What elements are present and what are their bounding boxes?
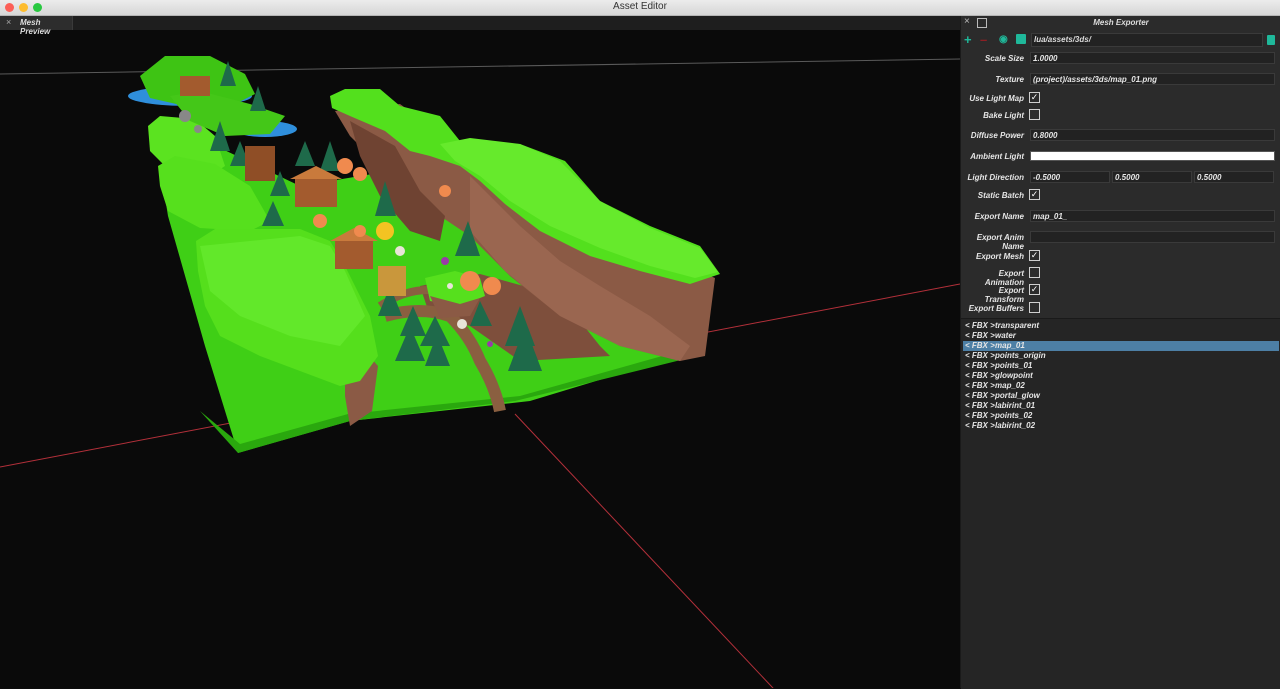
light-direction-z-field[interactable]: 0.5000: [1194, 171, 1274, 183]
fbx-tag: < FBX >: [965, 401, 995, 410]
list-item[interactable]: < FBX > transparent: [963, 321, 1279, 331]
window-title: Asset Editor: [613, 1, 667, 12]
list-item-name: glowpoint: [995, 371, 1033, 380]
export-animation-checkbox[interactable]: [1029, 267, 1040, 278]
panel-title: Mesh Exporter: [1093, 18, 1149, 27]
list-item-name: map_01: [995, 341, 1025, 350]
add-icon[interactable]: +: [964, 33, 972, 46]
row-light-direction: Light Direction -0.5000 0.5000 0.5000: [961, 170, 1280, 186]
row-export-name: Export Name map_01_: [961, 209, 1280, 225]
mesh-list: < FBX > transparent < FBX > water < FBX > m…: [961, 318, 1280, 689]
fbx-tag: < FBX >: [965, 371, 995, 380]
row-export-anim-name: Export Anim Name: [961, 230, 1280, 251]
haystack: [376, 222, 394, 240]
list-item[interactable]: < FBX > points_02: [963, 411, 1279, 421]
panel-header: × Mesh Exporter: [961, 16, 1280, 30]
ambient-light-label: Ambient Light: [970, 152, 1024, 161]
bake-light-label: Bake Light: [983, 111, 1024, 120]
row-bake-light: Bake Light: [961, 108, 1280, 124]
row-static-batch: Static Batch ✓: [961, 188, 1280, 204]
fbx-tag: < FBX >: [965, 351, 995, 360]
list-item[interactable]: < FBX > portal_glow: [963, 391, 1279, 401]
texture-field[interactable]: (project)/assets/3ds/map_01.png: [1030, 73, 1275, 85]
export-buffers-label: Export Buffers: [968, 304, 1024, 313]
eye-icon[interactable]: ◉: [999, 33, 1008, 46]
light-direction-y-field[interactable]: 0.5000: [1112, 171, 1192, 183]
diffuse-power-field[interactable]: 0.8000: [1030, 129, 1275, 141]
list-item-name: labirint_02: [995, 421, 1036, 430]
scale-size-field[interactable]: 1.0000: [1030, 52, 1275, 64]
list-item-name: points_origin: [995, 351, 1046, 360]
light-direction-label: Light Direction: [967, 173, 1024, 182]
export-mesh-checkbox[interactable]: ✓: [1029, 250, 1040, 261]
scene-canvas[interactable]: [0, 30, 960, 688]
scale-size-label: Scale Size: [984, 54, 1024, 63]
bake-light-checkbox[interactable]: [1029, 109, 1040, 120]
list-item-name: water: [995, 331, 1016, 340]
ambient-light-color[interactable]: [1030, 151, 1275, 161]
list-item[interactable]: < FBX > points_origin: [963, 351, 1279, 361]
diffuse-power-label: Diffuse Power: [970, 131, 1024, 140]
export-name-field[interactable]: map_01_: [1030, 210, 1275, 222]
list-item-name: portal_glow: [995, 391, 1040, 400]
mesh-exporter-panel: × Mesh Exporter + – ◉ lua/assets/3ds/ Sc…: [960, 16, 1280, 689]
row-texture: Texture (project)/assets/3ds/map_01.png: [961, 72, 1280, 88]
fbx-tag: < FBX >: [965, 411, 995, 420]
row-use-light-map: Use Light Map ✓: [961, 91, 1280, 107]
use-light-map-label: Use Light Map: [969, 94, 1024, 103]
row-export-buffers: Export Buffers: [961, 301, 1280, 317]
row-export-transform: Export Transform ✓: [961, 283, 1280, 304]
mesh-preview-viewport[interactable]: × Mesh Preview: [0, 16, 960, 688]
path-field[interactable]: lua/assets/3ds/: [1031, 33, 1263, 47]
export-buffers-checkbox[interactable]: [1029, 302, 1040, 313]
viewport-tabbar: × Mesh Preview: [0, 16, 960, 36]
row-export-animation: Export Animation: [961, 266, 1280, 287]
trash-icon[interactable]: [1267, 35, 1275, 45]
fbx-tag: < FBX >: [965, 361, 995, 370]
z-axis-line: [514, 413, 774, 688]
list-item-name: labirint_01: [995, 401, 1036, 410]
export-mesh-label: Export Mesh: [975, 252, 1024, 261]
fbx-tag: < FBX >: [965, 341, 995, 350]
grid-axis-line: [0, 58, 960, 75]
texture-label: Texture: [995, 75, 1024, 84]
export-anim-name-field[interactable]: [1030, 231, 1275, 243]
export-transform-checkbox[interactable]: ✓: [1029, 284, 1040, 295]
row-ambient-light: Ambient Light: [961, 149, 1280, 165]
list-item[interactable]: < FBX > labirint_01: [963, 401, 1279, 411]
fbx-tag: < FBX >: [965, 321, 995, 330]
list-item-name: map_02: [995, 381, 1025, 390]
list-item-selected[interactable]: < FBX > map_01: [963, 341, 1279, 351]
list-item[interactable]: < FBX > labirint_02: [963, 421, 1279, 431]
static-batch-checkbox[interactable]: ✓: [1029, 189, 1040, 200]
fbx-tag: < FBX >: [965, 391, 995, 400]
tab-close-icon[interactable]: ×: [6, 17, 11, 27]
row-scale-size: Scale Size 1.0000: [961, 51, 1280, 67]
use-light-map-checkbox[interactable]: ✓: [1029, 92, 1040, 103]
row-diffuse-power: Diffuse Power 0.8000: [961, 128, 1280, 144]
tab-mesh-preview[interactable]: × Mesh Preview: [0, 16, 73, 36]
list-item[interactable]: < FBX > water: [963, 331, 1279, 341]
static-batch-label: Static Batch: [977, 191, 1024, 200]
export-name-label: Export Name: [974, 212, 1024, 221]
list-item-name: points_02: [995, 411, 1033, 420]
save-icon[interactable]: [1016, 34, 1026, 44]
list-item[interactable]: < FBX > map_02: [963, 381, 1279, 391]
list-item-name: points_01: [995, 361, 1033, 370]
fbx-tag: < FBX >: [965, 381, 995, 390]
list-item[interactable]: < FBX > glowpoint: [963, 371, 1279, 381]
fbx-tag: < FBX >: [965, 421, 995, 430]
light-direction-x-field[interactable]: -0.5000: [1030, 171, 1110, 183]
exporter-toolbar: + – ◉ lua/assets/3ds/: [961, 32, 1280, 48]
list-item[interactable]: < FBX > points_01: [963, 361, 1279, 371]
list-item-name: transparent: [995, 321, 1040, 330]
remove-icon[interactable]: –: [980, 33, 987, 46]
fbx-tag: < FBX >: [965, 331, 995, 340]
row-export-mesh: Export Mesh ✓: [961, 249, 1280, 265]
window-titlebar: Asset Editor: [0, 0, 1280, 16]
